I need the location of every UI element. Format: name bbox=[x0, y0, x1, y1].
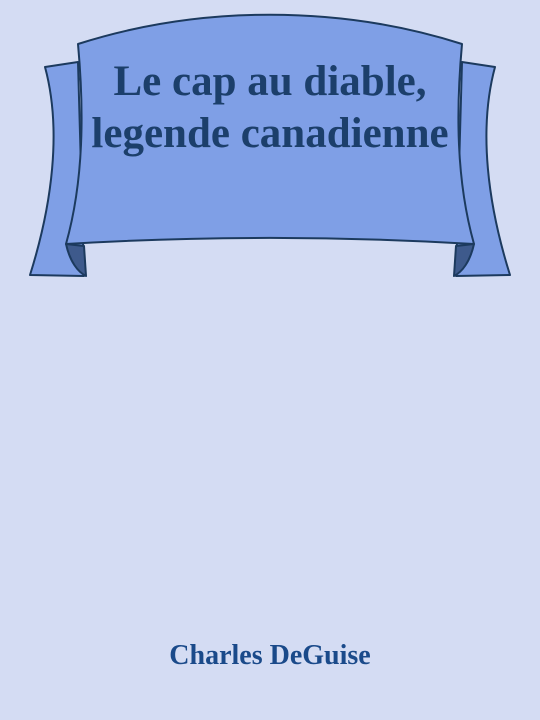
book-author: Charles DeGuise bbox=[169, 640, 371, 671]
book-title: Le cap au diable, legende canadienne bbox=[91, 58, 449, 157]
book-cover: Le cap au diable, legende canadienne Cha… bbox=[0, 0, 540, 720]
